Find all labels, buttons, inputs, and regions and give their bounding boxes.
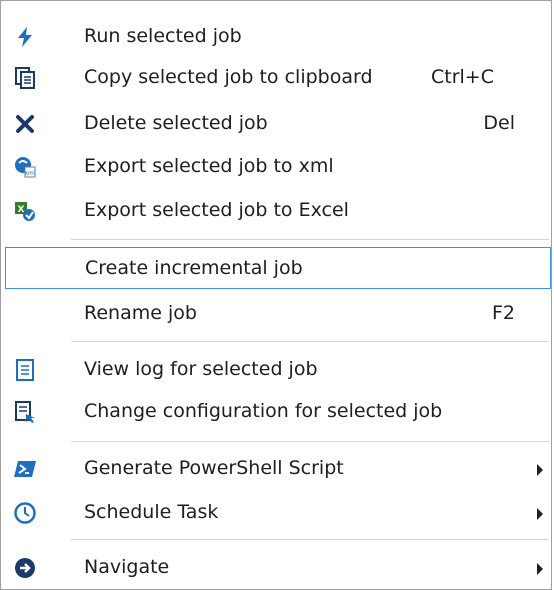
export-xml-icon: xml	[13, 155, 37, 179]
menu-item-label: Generate PowerShell Script	[84, 457, 344, 479]
powershell-icon	[13, 457, 37, 481]
menu-item-label: Run selected job	[84, 25, 242, 47]
menu-item-shortcut: Del	[483, 112, 515, 134]
navigate-arrow-icon	[13, 556, 37, 580]
menu-separator	[71, 341, 549, 342]
menu-separator	[71, 239, 549, 240]
delete-x-icon	[13, 112, 37, 136]
submenu-arrow-icon	[537, 464, 543, 476]
menu-item-label: Copy selected job to clipboard	[84, 66, 373, 88]
menu-item-label: Rename job	[84, 302, 197, 324]
menu-item-label: Export selected job to Excel	[84, 199, 349, 221]
menu-item-create-incremental-job[interactable]: Create incremental job	[5, 247, 551, 289]
menu-item-view-log[interactable]: View log for selected job	[5, 349, 551, 391]
menu-separator	[71, 441, 549, 442]
menu-item-label: Change configuration for selected job	[84, 400, 443, 422]
configuration-icon	[13, 400, 37, 424]
submenu-arrow-icon	[537, 563, 543, 575]
menu-item-label: View log for selected job	[84, 358, 318, 380]
copy-icon	[13, 66, 37, 90]
menu-separator	[71, 539, 549, 540]
menu-item-export-excel[interactable]: X Export selected job to Excel	[5, 190, 551, 232]
svg-text:xml: xml	[24, 170, 35, 177]
clock-icon	[13, 501, 37, 525]
menu-item-label: Create incremental job	[85, 257, 303, 279]
menu-item-label: Export selected job to xml	[84, 155, 334, 177]
menu-item-label: Schedule Task	[84, 501, 219, 523]
menu-item-label: Navigate	[84, 556, 170, 578]
menu-item-schedule-task[interactable]: Schedule Task	[5, 492, 551, 534]
export-excel-icon: X	[13, 199, 37, 223]
menu-item-shortcut: Ctrl+C	[431, 66, 494, 88]
menu-item-shortcut: F2	[491, 302, 515, 324]
log-document-icon	[13, 358, 37, 382]
context-menu: Run selected job Copy selected job to cl…	[0, 0, 552, 590]
menu-item-navigate[interactable]: Navigate	[5, 547, 551, 589]
menu-item-rename-job[interactable]: Rename job F2	[5, 293, 551, 335]
menu-item-export-xml[interactable]: xml Export selected job to xml	[5, 146, 551, 188]
submenu-arrow-icon	[537, 508, 543, 520]
menu-item-run-selected-job[interactable]: Run selected job	[5, 16, 551, 58]
menu-item-generate-powershell-script[interactable]: Generate PowerShell Script	[5, 448, 551, 490]
menu-item-copy-selected-job[interactable]: Copy selected job to clipboard Ctrl+C	[5, 57, 551, 99]
menu-item-change-configuration[interactable]: Change configuration for selected job	[5, 391, 551, 433]
menu-item-label: Delete selected job	[84, 112, 268, 134]
menu-item-delete-selected-job[interactable]: Delete selected job Del	[5, 103, 551, 145]
lightning-icon	[13, 25, 37, 49]
